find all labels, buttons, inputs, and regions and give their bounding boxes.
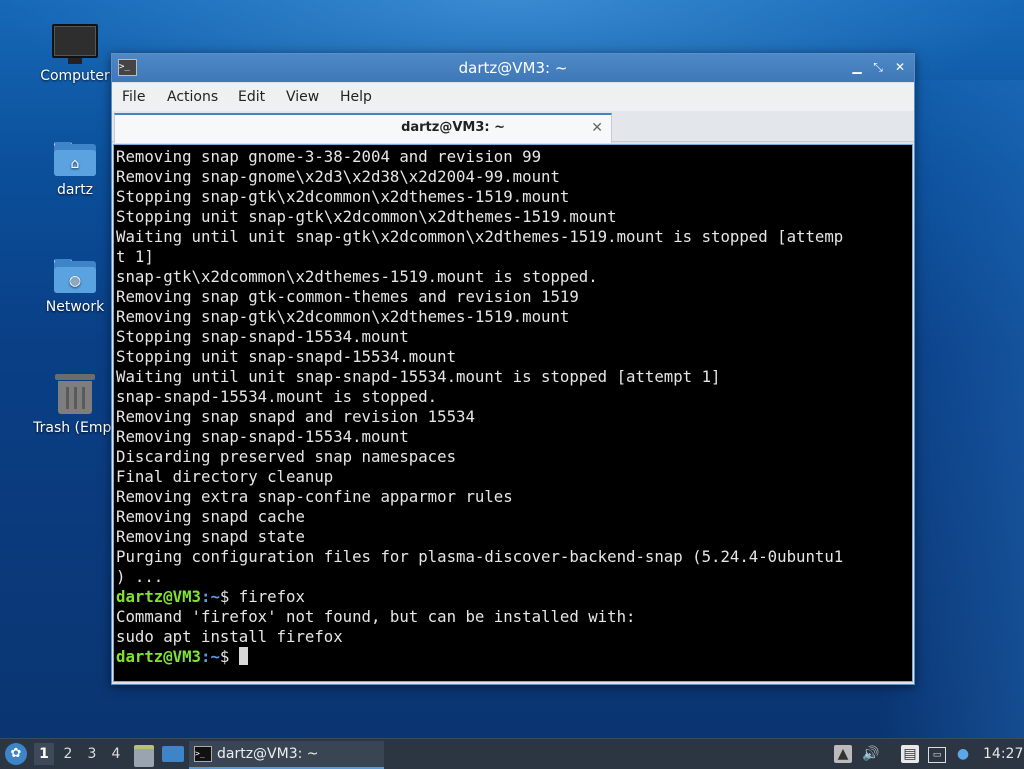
menu-file[interactable]: File: [122, 83, 145, 111]
terminal-line: ) ...: [116, 567, 164, 586]
terminal-line: Command 'firefox' not found, but can be …: [116, 607, 636, 626]
desktop-icon-label: Computer: [40, 68, 110, 84]
terminal-line: Purging configuration files for plasma-d…: [116, 547, 844, 566]
monitor-icon: [52, 24, 98, 64]
taskbar-terminal-button[interactable]: >_ dartz@VM3: ~: [189, 741, 384, 769]
menu-help[interactable]: Help: [340, 83, 372, 111]
terminal-line: Removing snap-gnome\x2d3\x2d38\x2d2004-9…: [116, 167, 560, 186]
notification-icon[interactable]: ●: [954, 745, 972, 763]
workspace-4[interactable]: 4: [106, 743, 126, 765]
desktop-icon-network[interactable]: ◍ Network: [25, 259, 125, 315]
menu-actions[interactable]: Actions: [167, 83, 218, 111]
terminal-line: Final directory cleanup: [116, 467, 334, 486]
volume-icon[interactable]: 🔊: [862, 745, 880, 763]
terminal-line: Discarding preserved snap namespaces: [116, 447, 457, 466]
desktop-icon-computer[interactable]: Computer: [25, 24, 125, 84]
file-manager-icon[interactable]: [134, 745, 154, 767]
terminal-line: Removing extra snap-confine apparmor rul…: [116, 487, 513, 506]
terminal-line: Removing snap-snapd-15534.mount: [116, 427, 409, 446]
tab-bar: dartz@VM3: ~ ✕: [112, 111, 914, 143]
prompt-user: dartz@VM3: [116, 587, 202, 606]
terminal-line: Removing snap gnome-3-38-2004 and revisi…: [116, 147, 542, 166]
workspace-3[interactable]: 3: [82, 743, 102, 765]
clock[interactable]: 14:27: [983, 739, 1023, 769]
taskbar-terminal-label: dartz@VM3: ~: [217, 746, 319, 762]
home-folder-icon: ⌂: [54, 142, 96, 176]
desktop-icon-home[interactable]: ⌂ dartz: [25, 142, 125, 198]
menu-edit[interactable]: Edit: [238, 83, 265, 111]
minimize-button[interactable]: ▁: [849, 59, 865, 75]
terminal-line: snap-gtk\x2dcommon\x2dthemes-1519.mount …: [116, 267, 598, 286]
terminal-line: t 1]: [116, 247, 154, 266]
start-menu-icon[interactable]: ✿: [5, 743, 27, 765]
terminal-line: Removing snap gtk-common-themes and revi…: [116, 287, 579, 306]
terminal-line: Stopping snap-gtk\x2dcommon\x2dthemes-15…: [116, 187, 570, 206]
workspace-1[interactable]: 1: [34, 743, 54, 765]
workspace-2[interactable]: 2: [58, 743, 78, 765]
prompt-symbol: $: [219, 647, 230, 666]
close-button[interactable]: ✕: [892, 59, 908, 75]
network-icon[interactable]: ▭: [928, 747, 946, 763]
desktop-icon-trash[interactable]: Trash (Empt: [25, 374, 125, 436]
taskbar-panel: ✿ 1 2 3 4 >_ dartz@VM3: ~ ▲ 🔊 ▤ ▭ ● 14:2…: [0, 738, 1024, 769]
prompt-path: :~: [201, 647, 220, 666]
command-text: firefox: [229, 587, 305, 606]
terminal-area[interactable]: Removing snap gnome-3-38-2004 and revisi…: [113, 144, 913, 682]
terminal-line: sudo apt install firefox: [116, 627, 343, 646]
terminal-line: Stopping snap-snapd-15534.mount: [116, 327, 409, 346]
terminal-line: Stopping unit snap-snapd-15534.mount: [116, 347, 457, 366]
menu-view[interactable]: View: [286, 83, 319, 111]
clipboard-icon[interactable]: ▤: [901, 745, 919, 763]
desktop-icon-label: Network: [45, 299, 105, 315]
terminal-line: Waiting until unit snap-snapd-15534.moun…: [116, 367, 721, 386]
terminal-line: Removing snapd state: [116, 527, 305, 546]
prompt-path: :~: [201, 587, 220, 606]
terminal-output: Removing snap gnome-3-38-2004 and revisi…: [114, 145, 912, 667]
prompt-user: dartz@VM3: [116, 647, 202, 666]
desktop-icon-label: dartz: [56, 182, 94, 198]
terminal-line: Stopping unit snap-gtk\x2dcommon\x2dthem…: [116, 207, 617, 226]
update-icon[interactable]: ▲: [834, 745, 852, 763]
terminal-line: Removing snapd cache: [116, 507, 305, 526]
prompt-symbol: $: [219, 587, 230, 606]
tab-close-icon[interactable]: ✕: [591, 118, 603, 138]
show-desktop-icon[interactable]: [162, 746, 184, 762]
desktop-icon-label: Trash (Empt: [33, 420, 117, 436]
terminal-line: Removing snap-gtk\x2dcommon\x2dthemes-15…: [116, 307, 570, 326]
terminal-window: >_ dartz@VM3: ~ ▁ ⤡ ✕ File Actions Edit …: [111, 53, 915, 685]
window-titlebar[interactable]: >_ dartz@VM3: ~ ▁ ⤡ ✕: [112, 54, 914, 82]
trash-icon: [55, 374, 95, 414]
terminal-icon: >_: [194, 746, 212, 762]
window-title: dartz@VM3: ~: [458, 59, 568, 77]
maximize-button[interactable]: ⤡: [870, 59, 886, 75]
terminal-line: Removing snap snapd and revision 15534: [116, 407, 475, 426]
terminal-tab[interactable]: dartz@VM3: ~ ✕: [114, 113, 612, 143]
terminal-line: Waiting until unit snap-gtk\x2dcommon\x2…: [116, 227, 844, 246]
network-folder-icon: ◍: [54, 259, 96, 293]
tab-label: dartz@VM3: ~: [401, 120, 505, 135]
terminal-line: snap-snapd-15534.mount is stopped.: [116, 387, 438, 406]
menubar: File Actions Edit View Help: [112, 83, 914, 111]
text-cursor: [238, 647, 248, 665]
